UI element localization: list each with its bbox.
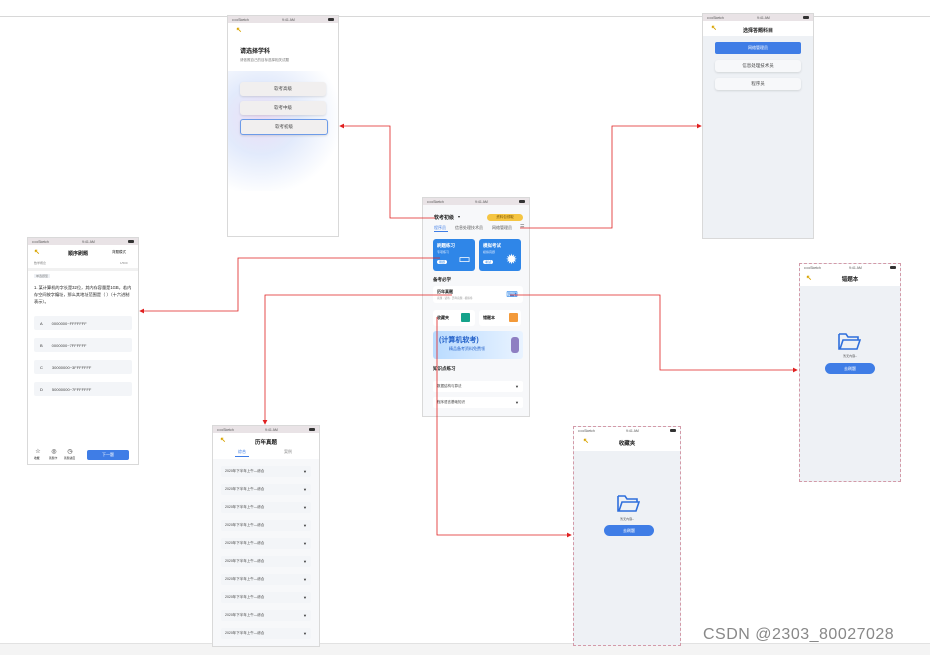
arrow-to-practice — [139, 257, 440, 314]
arrow-to-exam-subject — [520, 123, 702, 229]
arrow-to-history — [262, 294, 452, 425]
watermark: CSDN @2303_80027028 — [703, 626, 895, 643]
arrow-to-subject — [339, 123, 435, 219]
flow-arrows — [139, 123, 798, 538]
arrow-to-wrongbook — [510, 294, 798, 373]
arrow-to-favorites — [436, 317, 572, 538]
